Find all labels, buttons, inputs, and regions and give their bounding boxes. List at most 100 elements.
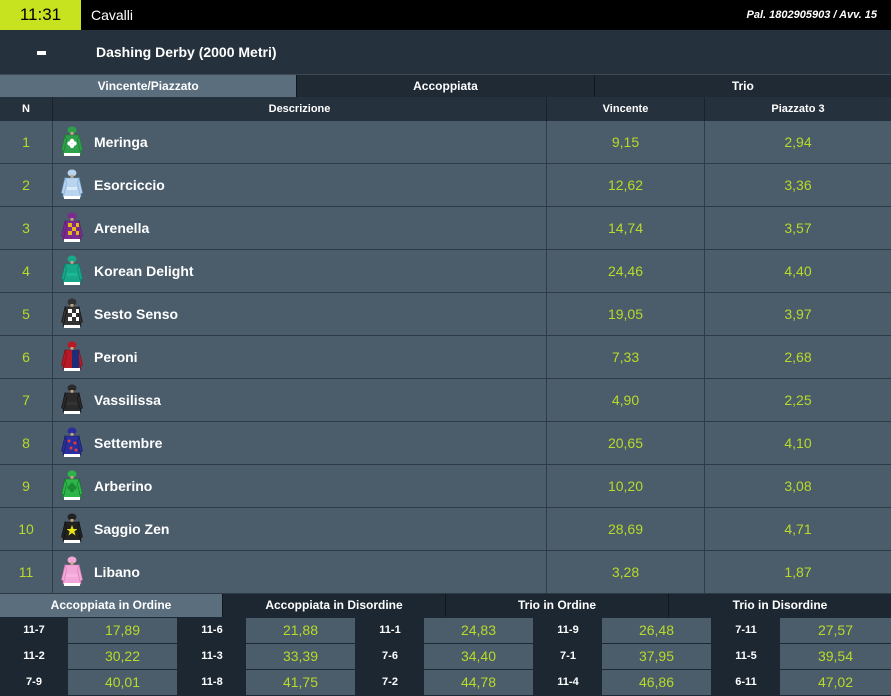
tab-vincente-piazzato[interactable]: Vincente/Piazzato [0,75,298,97]
odd-vincente[interactable]: 12,62 [547,164,705,207]
odd-vincente[interactable]: 7,33 [547,336,705,379]
odd-piazzato[interactable]: 4,40 [705,250,891,293]
combo-odd[interactable]: 46,86 [602,670,712,695]
combo-cell: 11-5 39,54 [712,644,891,670]
combo-cell: 11-8 41,75 [178,670,356,696]
combo-cell: 7-11 27,57 [712,618,891,644]
top-bar: 11:31 Cavalli Pal. 1802905903 / Avv. 15 [0,0,891,30]
jockey-silk-icon [61,341,83,373]
runner-number: 11 [0,551,53,594]
horse-name: Libano [94,564,140,580]
runner-row: 4 Korean Delight 24,46 4,40 [0,250,891,293]
combo-odd[interactable]: 26,48 [602,618,712,643]
race-title: Dashing Derby (2000 Metri) [96,44,277,60]
odd-vincente[interactable]: 24,46 [547,250,705,293]
runner-row: 11 Libano 3,28 1,87 [0,551,891,594]
jockey-silk-icon [61,513,83,545]
col-n: N [0,97,53,121]
combo-odd[interactable]: 41,75 [246,670,356,695]
odd-piazzato[interactable]: 3,57 [705,207,891,250]
combo-odd[interactable]: 34,40 [424,644,534,669]
combo-row: 11-2 30,22 11-3 33,39 7-6 34,40 7-1 37,9… [0,644,891,670]
combo-odd[interactable]: 40,01 [68,670,178,695]
tab-trio-in-disordine[interactable]: Trio in Disordine [669,594,891,617]
combo-odd[interactable]: 21,88 [246,618,356,643]
combo-odd[interactable]: 37,95 [602,644,712,669]
combo-label: 7-1 [534,644,602,669]
horse-name: Arenella [94,220,150,236]
palinsesto-info: Pal. 1802905903 / Avv. 15 [746,9,877,21]
combo-label: 11-8 [178,670,246,695]
combo-cell: 11-2 30,22 [0,644,178,670]
combo-label: 11-7 [0,618,68,643]
horse-name: Sesto Senso [94,306,179,322]
tab-trio[interactable]: Trio [594,75,891,97]
odd-vincente[interactable]: 4,90 [547,379,705,422]
market-tabs: Vincente/Piazzato Accoppiata Trio [0,75,891,97]
runners-header: N Descrizione Vincente Piazzato 3 [0,97,891,121]
combo-label: 11-2 [0,644,68,669]
odd-vincente[interactable]: 28,69 [547,508,705,551]
tab-trio-in-ordine[interactable]: Trio in Ordine [446,594,669,617]
combo-cell: 7-6 34,40 [356,644,534,670]
horse-name: Peroni [94,349,138,365]
combo-cell: 11-1 24,83 [356,618,534,644]
odd-piazzato[interactable]: 3,36 [705,164,891,207]
odd-vincente[interactable]: 10,20 [547,465,705,508]
jockey-silk-icon [61,427,83,459]
collapse-icon[interactable] [37,51,46,55]
odd-piazzato[interactable]: 3,97 [705,293,891,336]
combo-row: 11-7 17,89 11-6 21,88 11-1 24,83 11-9 26… [0,618,891,644]
combo-odd[interactable]: 39,54 [780,644,891,669]
runners-list: 1 Meringa 9,15 2,94 2 Esorciccio 12,62 3… [0,121,891,594]
horse-name: Esorciccio [94,177,165,193]
horse-name: Vassilissa [94,392,161,408]
odd-piazzato[interactable]: 4,71 [705,508,891,551]
combo-odd[interactable]: 24,83 [424,618,534,643]
odd-piazzato[interactable]: 2,94 [705,121,891,164]
combo-label: 7-11 [712,618,780,643]
odd-vincente[interactable]: 19,05 [547,293,705,336]
combo-odd[interactable]: 17,89 [68,618,178,643]
runner-description: Arberino [53,465,547,508]
jockey-silk-icon [61,470,83,502]
tab-accoppiata-in-disordine[interactable]: Accoppiata in Disordine [223,594,446,617]
combo-odd[interactable]: 27,57 [780,618,891,643]
runner-description: Esorciccio [53,164,547,207]
runner-row: 6 Peroni 7,33 2,68 [0,336,891,379]
race-header[interactable]: Dashing Derby (2000 Metri) [0,30,891,75]
combo-cell: 11-9 26,48 [534,618,712,644]
odd-vincente[interactable]: 20,65 [547,422,705,465]
runner-description: Peroni [53,336,547,379]
odd-piazzato[interactable]: 2,25 [705,379,891,422]
combo-odds-grid: 11-7 17,89 11-6 21,88 11-1 24,83 11-9 26… [0,617,891,696]
odd-piazzato[interactable]: 3,08 [705,465,891,508]
odd-vincente[interactable]: 14,74 [547,207,705,250]
combo-label: 11-1 [356,618,424,643]
odd-piazzato[interactable]: 4,10 [705,422,891,465]
combo-cell: 7-2 44,78 [356,670,534,696]
runner-description: Settembre [53,422,547,465]
combo-tabs: Accoppiata in Ordine Accoppiata in Disor… [0,594,891,617]
tab-accoppiata-in-ordine[interactable]: Accoppiata in Ordine [0,594,223,617]
combo-odd[interactable]: 47,02 [780,670,891,695]
runner-row: 2 Esorciccio 12,62 3,36 [0,164,891,207]
combo-odd[interactable]: 30,22 [68,644,178,669]
odd-vincente[interactable]: 9,15 [547,121,705,164]
runner-number: 7 [0,379,53,422]
odd-piazzato[interactable]: 1,87 [705,551,891,594]
combo-odd[interactable]: 44,78 [424,670,534,695]
runner-row: 9 Arberino 10,20 3,08 [0,465,891,508]
runner-number: 4 [0,250,53,293]
runner-description: Sesto Senso [53,293,547,336]
runner-description: Vassilissa [53,379,547,422]
combo-odd[interactable]: 33,39 [246,644,356,669]
odd-piazzato[interactable]: 2,68 [705,336,891,379]
runner-description: Meringa [53,121,547,164]
combo-row: 7-9 40,01 11-8 41,75 7-2 44,78 11-4 46,8… [0,670,891,696]
odd-vincente[interactable]: 3,28 [547,551,705,594]
horse-name: Meringa [94,134,148,150]
jockey-silk-icon [61,298,83,330]
col-vincente: Vincente [547,97,705,121]
tab-accoppiata[interactable]: Accoppiata [297,75,595,97]
